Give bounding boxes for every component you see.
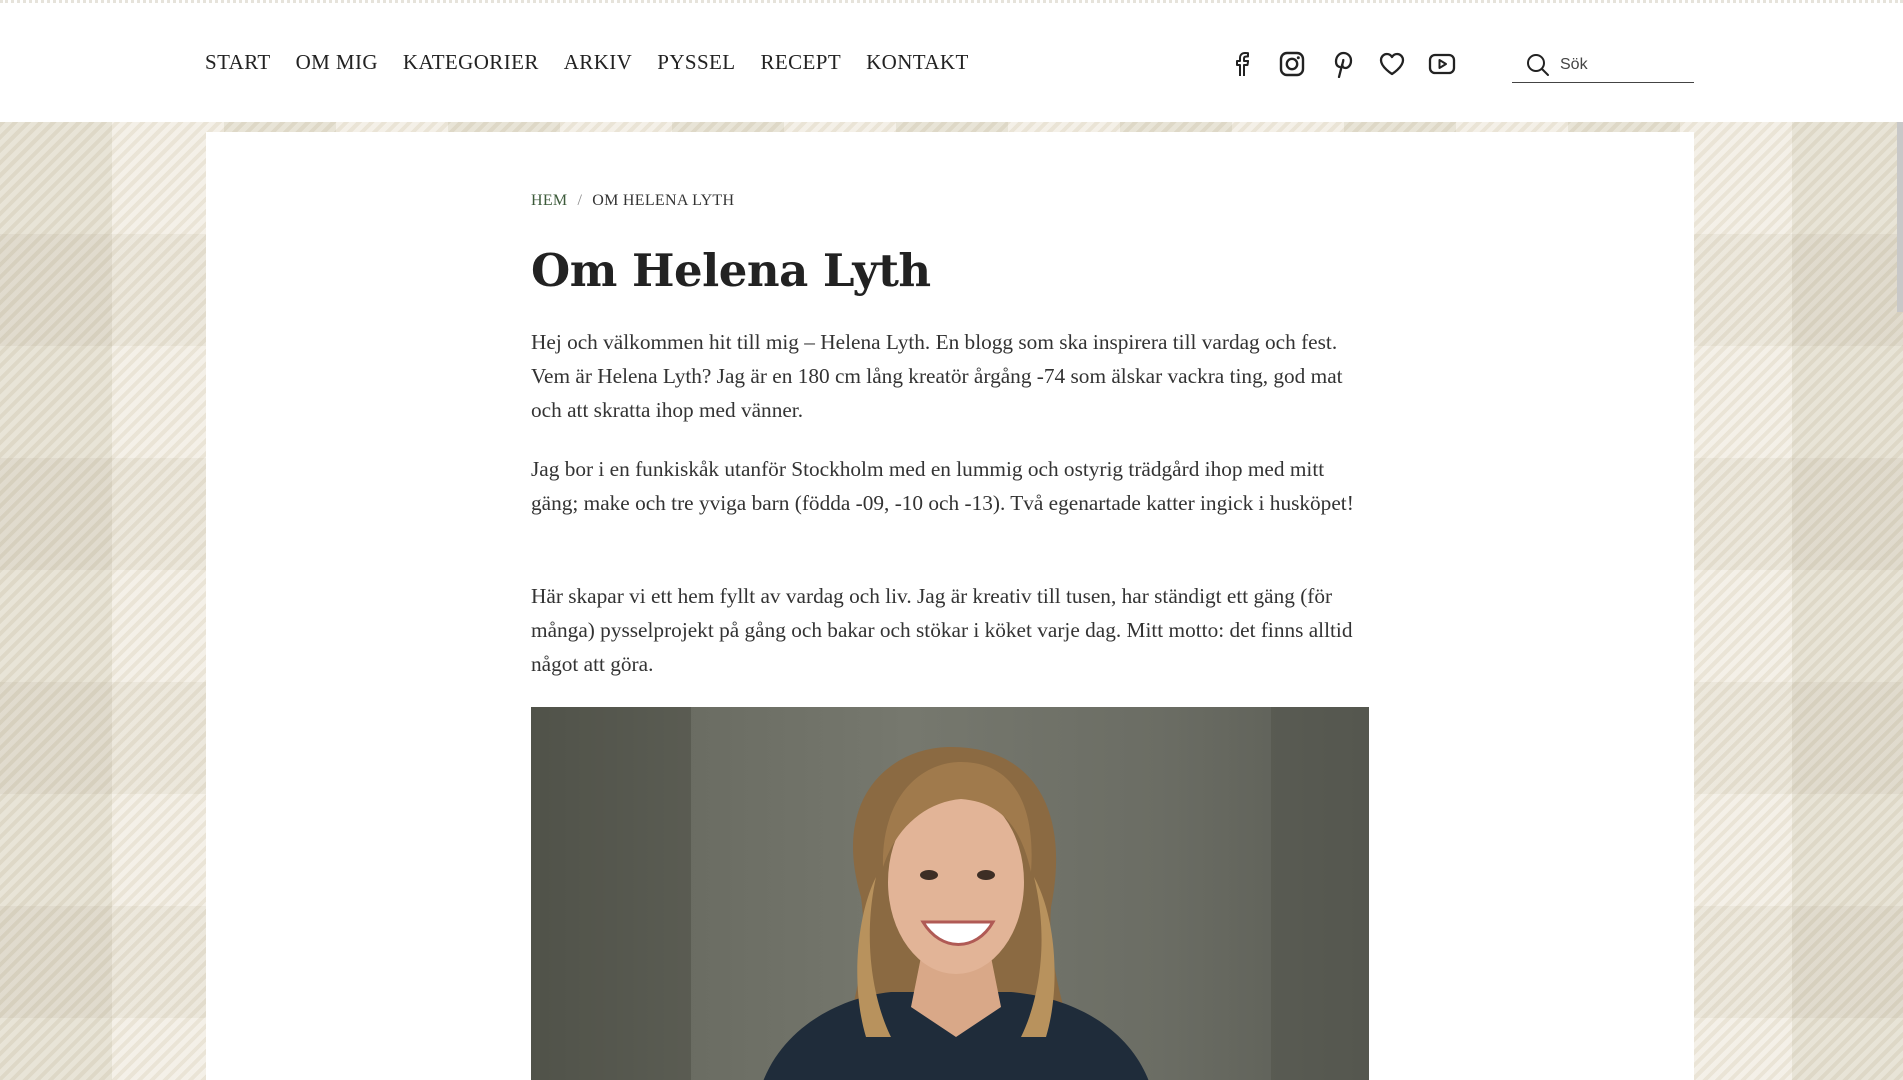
- intro-paragraph: Hej och välkommen hit till mig – Helena …: [531, 330, 1343, 422]
- facebook-icon[interactable]: [1228, 49, 1256, 79]
- search-box: [1512, 47, 1694, 83]
- nav-start[interactable]: START: [205, 50, 271, 75]
- page-title: Om Helena Lyth: [531, 244, 931, 297]
- heart-icon[interactable]: [1378, 49, 1406, 79]
- breadcrumb-separator: /: [577, 192, 583, 209]
- scrollbar[interactable]: [1897, 122, 1903, 312]
- portrait-photo: [531, 707, 1369, 1080]
- nav-pyssel[interactable]: PYSSEL: [657, 50, 735, 75]
- pinterest-icon[interactable]: [1328, 49, 1356, 79]
- nav-kategorier[interactable]: KATEGORIER: [403, 50, 539, 75]
- breadcrumb: HEM / OM HELENA LYTH: [531, 192, 734, 210]
- social-links: [1228, 49, 1456, 79]
- nav-recept[interactable]: RECEPT: [761, 50, 842, 75]
- search-icon[interactable]: [1526, 53, 1550, 77]
- search-input[interactable]: [1560, 55, 1680, 74]
- home-paragraph: Jag bor i en funkiskåk utanför Stockholm…: [531, 457, 1354, 515]
- nav-om-mig[interactable]: OM MIG: [296, 50, 378, 75]
- portrait-illustration: [531, 707, 1369, 1080]
- site-header: START OM MIG KATEGORIER ARKIV PYSSEL REC…: [0, 0, 1903, 122]
- breadcrumb-current: OM HELENA LYTH: [592, 192, 735, 209]
- youtube-icon[interactable]: [1428, 49, 1456, 79]
- nav-arkiv[interactable]: ARKIV: [564, 50, 633, 75]
- breadcrumb-home[interactable]: HEM: [531, 192, 567, 210]
- instagram-icon[interactable]: [1278, 49, 1306, 79]
- motto-paragraph: Här skapar vi ett hem fyllt av vardag oc…: [531, 584, 1353, 676]
- main-content: HEM / OM HELENA LYTH Om Helena Lyth Hej …: [206, 132, 1694, 1080]
- nav-kontakt[interactable]: KONTAKT: [866, 50, 969, 75]
- main-nav: START OM MIG KATEGORIER ARKIV PYSSEL REC…: [205, 50, 969, 75]
